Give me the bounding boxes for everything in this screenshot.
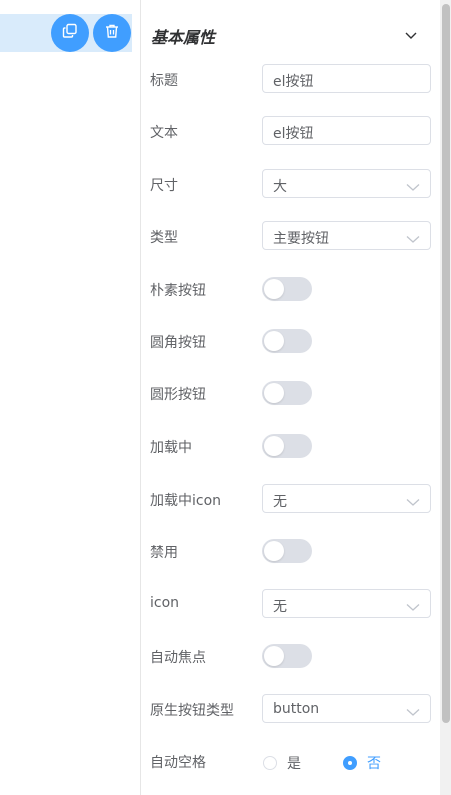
delete-button[interactable]: [93, 14, 131, 52]
field-label: 标题: [150, 73, 178, 89]
radio-circle: [343, 756, 357, 770]
field-label: 禁用: [150, 545, 178, 561]
chevron-down-icon[interactable]: [402, 26, 420, 44]
chevron-down-icon: [406, 230, 420, 243]
switch-knob: [264, 383, 284, 403]
field-label: 自动空格: [150, 755, 206, 771]
form-row-plain: 朴素按钮: [141, 272, 440, 306]
switch-knob: [264, 646, 284, 666]
field-label: icon: [150, 595, 180, 611]
field-label: 圆角按钮: [150, 335, 206, 351]
field-label: 尺寸: [150, 178, 178, 194]
radio-circle: [263, 756, 277, 770]
plain-switch[interactable]: [262, 277, 312, 301]
field-label: 自动焦点: [150, 650, 206, 666]
form-row-circle: 圆形按钮: [141, 376, 440, 410]
switch-knob: [264, 436, 284, 456]
form-row-text: 文本 el按钮: [141, 114, 440, 148]
chevron-down-icon: [406, 598, 420, 611]
loading-switch[interactable]: [262, 434, 312, 458]
field-label: 加载中: [150, 440, 192, 456]
round-switch[interactable]: [262, 329, 312, 353]
copy-button[interactable]: [51, 14, 89, 52]
form-row-disabled: 禁用: [141, 534, 440, 568]
native-type-select-value: button: [273, 701, 320, 717]
form-row-autofocus: 自动焦点: [141, 639, 440, 673]
loading-icon-select-value: 无: [273, 494, 287, 510]
switch-knob: [264, 541, 284, 561]
trash-icon: [104, 23, 120, 43]
circle-switch[interactable]: [262, 381, 312, 405]
chevron-down-icon: [406, 493, 420, 506]
form-row-native-type: 原生按钮类型 button: [141, 692, 440, 726]
radio-label: 是: [287, 756, 301, 772]
canvas-area: [0, 0, 141, 795]
loading-icon-select[interactable]: 无: [262, 484, 431, 513]
native-type-select[interactable]: button: [262, 694, 431, 723]
chevron-down-icon: [406, 178, 420, 191]
scrollbar-thumb[interactable]: [442, 4, 450, 723]
form-row-size: 尺寸 大: [141, 167, 440, 201]
form-row-icon: icon 无: [141, 587, 440, 621]
auto-space-radio-no[interactable]: 否: [343, 753, 381, 773]
text-input[interactable]: el按钮: [262, 116, 431, 145]
chevron-down-icon: [406, 703, 420, 716]
field-label: 原生按钮类型: [150, 703, 234, 719]
field-label: 类型: [150, 230, 178, 246]
type-select[interactable]: 主要按钮: [262, 221, 431, 250]
size-select-value: 大: [273, 179, 287, 195]
copy-icon: [62, 23, 78, 43]
properties-panel: 基本属性 标题 el按钮 文本 el按钮 尺寸 大 类型 主要按钮 朴素按钮 圆…: [141, 0, 440, 795]
form-row-auto-space: 自动空格 是 否: [141, 744, 440, 778]
type-select-value: 主要按钮: [273, 231, 329, 247]
form-row-title: 标题 el按钮: [141, 62, 440, 96]
section-header[interactable]: 基本属性: [141, 12, 440, 56]
radio-label: 否: [367, 756, 381, 772]
field-label: 朴素按钮: [150, 283, 206, 299]
auto-space-radio-yes[interactable]: 是: [263, 753, 301, 773]
field-label: 圆形按钮: [150, 387, 206, 403]
text-input-value: el按钮: [273, 126, 314, 142]
field-label: 文本: [150, 125, 178, 141]
form-row-round: 圆角按钮: [141, 324, 440, 358]
icon-select-value: 无: [273, 599, 287, 615]
switch-knob: [264, 331, 284, 351]
title-input[interactable]: el按钮: [262, 64, 431, 93]
section-title: 基本属性: [151, 28, 216, 47]
icon-select[interactable]: 无: [262, 589, 431, 618]
form-row-loading: 加载中: [141, 429, 440, 463]
autofocus-switch[interactable]: [262, 644, 312, 668]
switch-knob: [264, 279, 284, 299]
size-select[interactable]: 大: [262, 169, 431, 198]
title-input-value: el按钮: [273, 74, 314, 90]
field-label: 加载中icon: [150, 493, 222, 509]
form-row-loading-icon: 加载中icon 无: [141, 482, 440, 516]
form-row-type: 类型 主要按钮: [141, 219, 440, 253]
disabled-switch[interactable]: [262, 539, 312, 563]
